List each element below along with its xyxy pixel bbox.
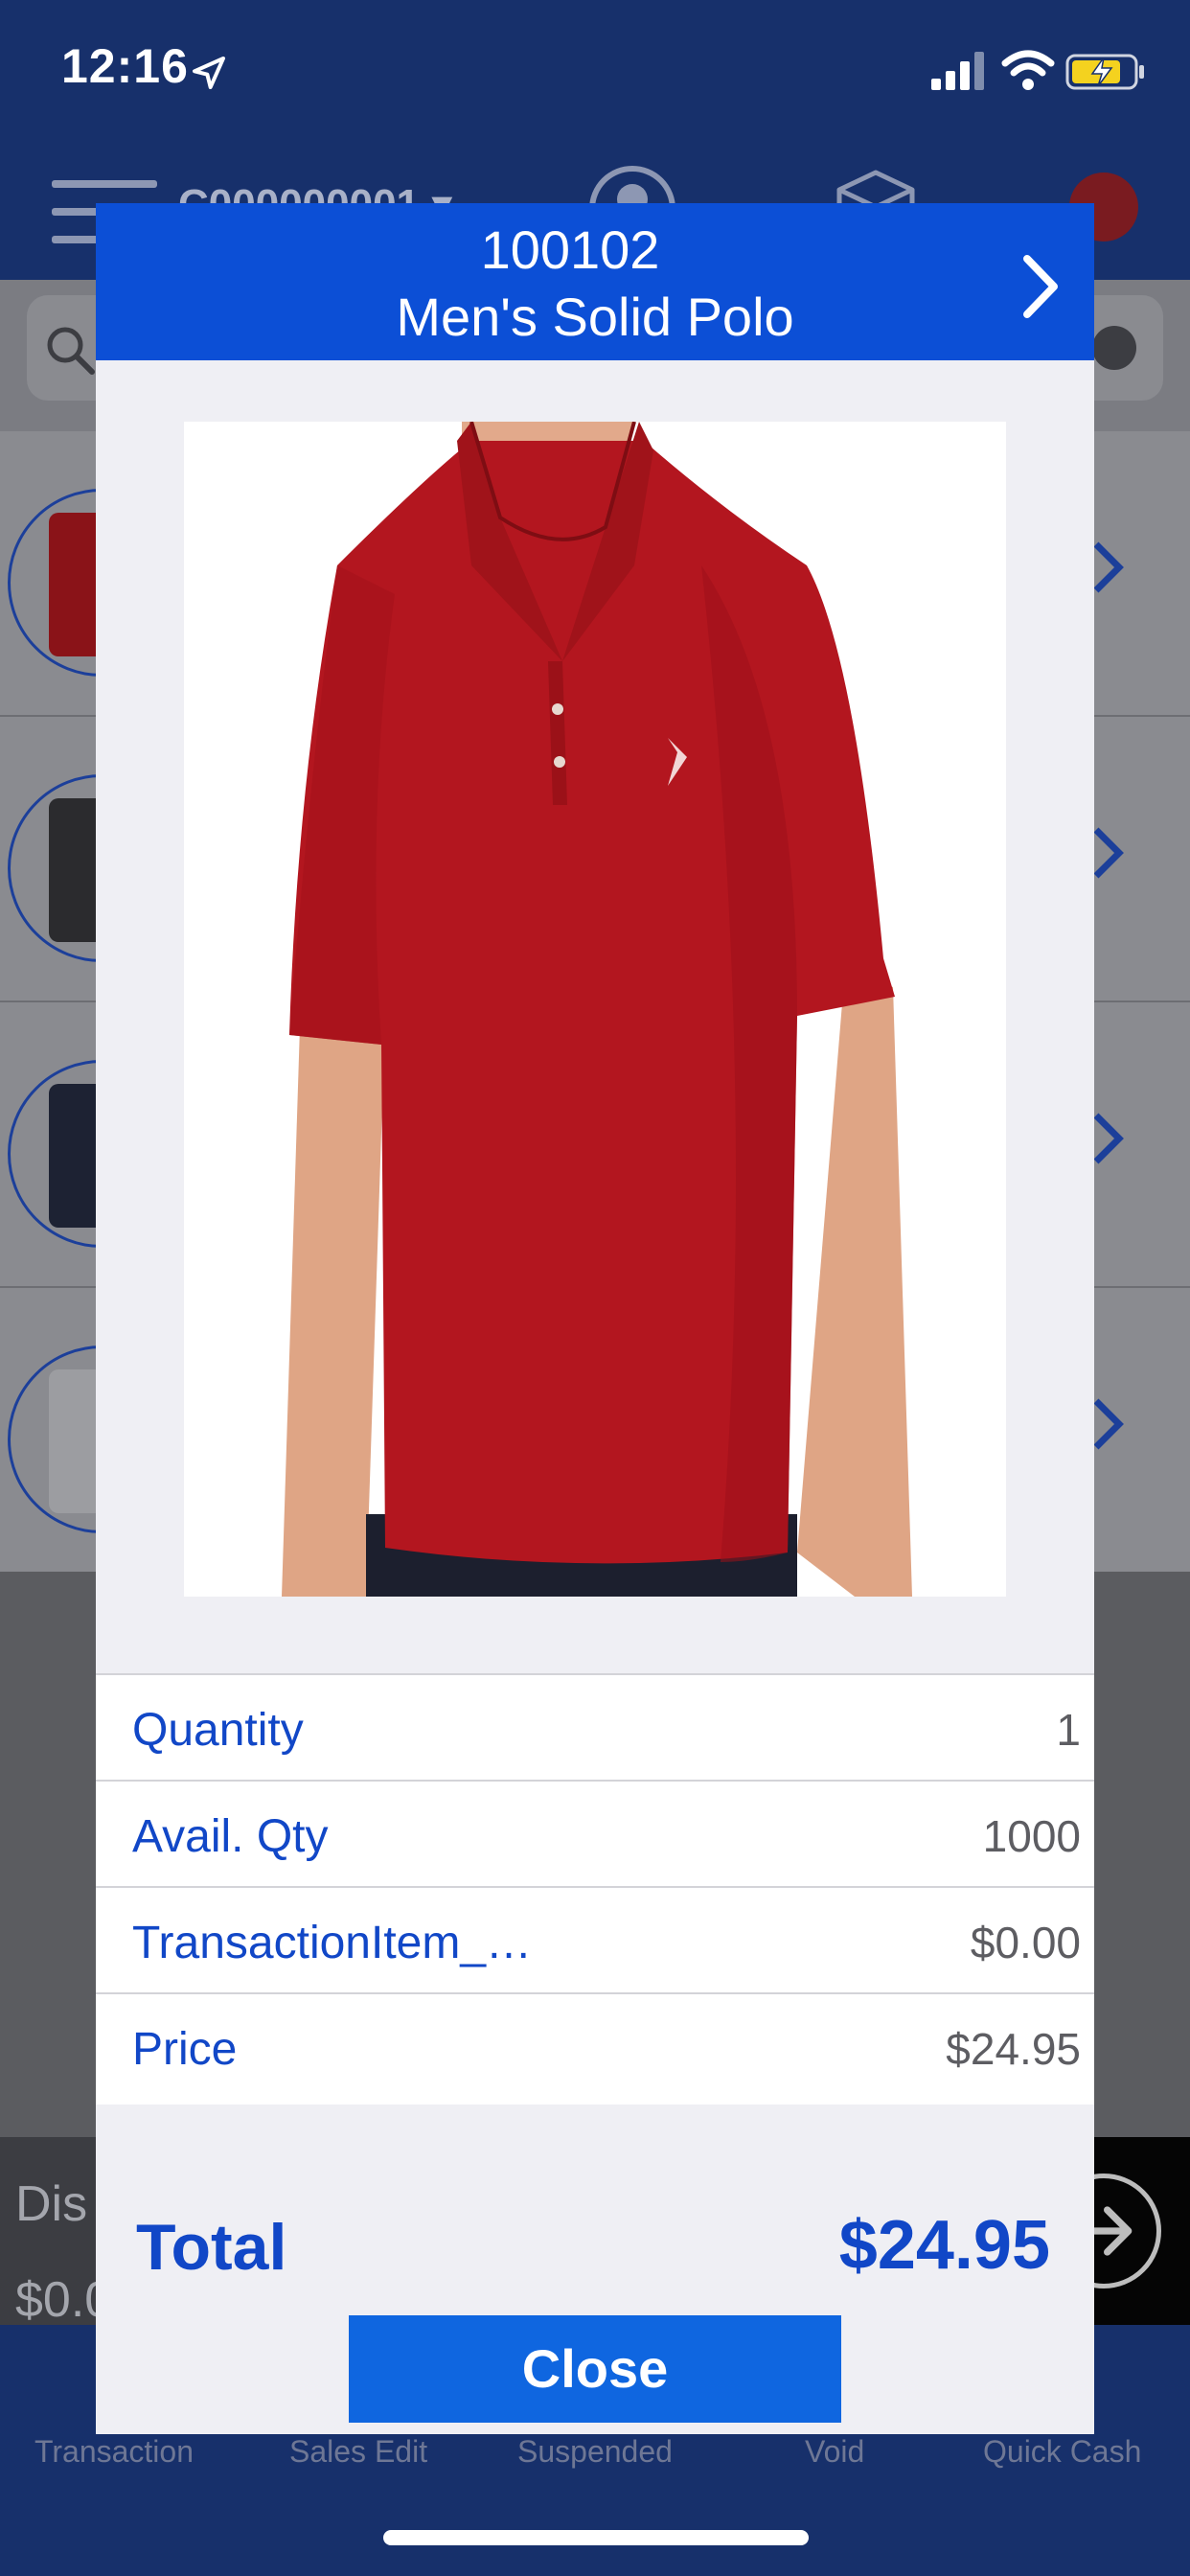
close-button[interactable]: Close [349, 2315, 841, 2423]
tab-sales-edit[interactable]: Sales Edit [289, 2434, 427, 2470]
polo-shirt-photo [184, 422, 1006, 1597]
modal-header: 100102 Men's Solid Polo [96, 203, 1094, 360]
product-sku: 100102 [480, 219, 660, 280]
detail-label: Quantity [132, 1705, 304, 1756]
tab-quick-cash[interactable]: Quick Cash [983, 2434, 1141, 2470]
home-indicator [383, 2530, 809, 2545]
clear-search-icon[interactable] [1092, 326, 1136, 370]
product-details-table: Quantity 1 Avail. Qty 1000 TransactionIt… [96, 1673, 1094, 2104]
product-name: Men's Solid Polo [396, 287, 794, 347]
detail-value: 1000 [982, 1811, 1081, 1861]
detail-row-price[interactable]: Price $24.95 [96, 1994, 1094, 2101]
chevron-right-icon [1093, 1398, 1124, 1450]
status-time: 12:16 [61, 39, 189, 93]
tab-suspended[interactable]: Suspended [517, 2434, 673, 2470]
product-detail-modal: 100102 Men's Solid Polo Quantity 1 Avail… [96, 203, 1094, 2434]
wifi-icon [1001, 50, 1055, 90]
detail-label: TransactionItem_… [132, 1918, 533, 1968]
product-image [184, 422, 1006, 1597]
chevron-right-icon [1093, 827, 1124, 879]
tab-void[interactable]: Void [805, 2434, 864, 2470]
detail-label: Avail. Qty [132, 1811, 329, 1862]
chevron-right-icon[interactable] [1019, 253, 1062, 320]
detail-row-transaction-item: TransactionItem_… $0.00 [96, 1888, 1094, 1994]
detail-value: $0.00 [970, 1918, 1081, 1967]
location-arrow-icon [193, 57, 225, 89]
total-value: $24.95 [838, 2207, 1050, 2284]
detail-label: Price [132, 2024, 238, 2075]
detail-value: $24.95 [946, 2024, 1081, 2074]
total-label: Total [136, 2211, 287, 2284]
chevron-right-icon [1093, 1113, 1124, 1164]
tab-transaction[interactable]: Transaction [34, 2434, 194, 2470]
status-bar: 12:16 [0, 0, 1190, 144]
battery-charging-icon [1065, 54, 1144, 90]
detail-row-quantity[interactable]: Quantity 1 [96, 1675, 1094, 1782]
search-icon [47, 327, 95, 375]
detail-row-available-qty: Avail. Qty 1000 [96, 1782, 1094, 1888]
chevron-right-icon [1093, 541, 1124, 593]
detail-value: 1 [1056, 1705, 1081, 1755]
cellular-signal-icon [931, 52, 984, 90]
